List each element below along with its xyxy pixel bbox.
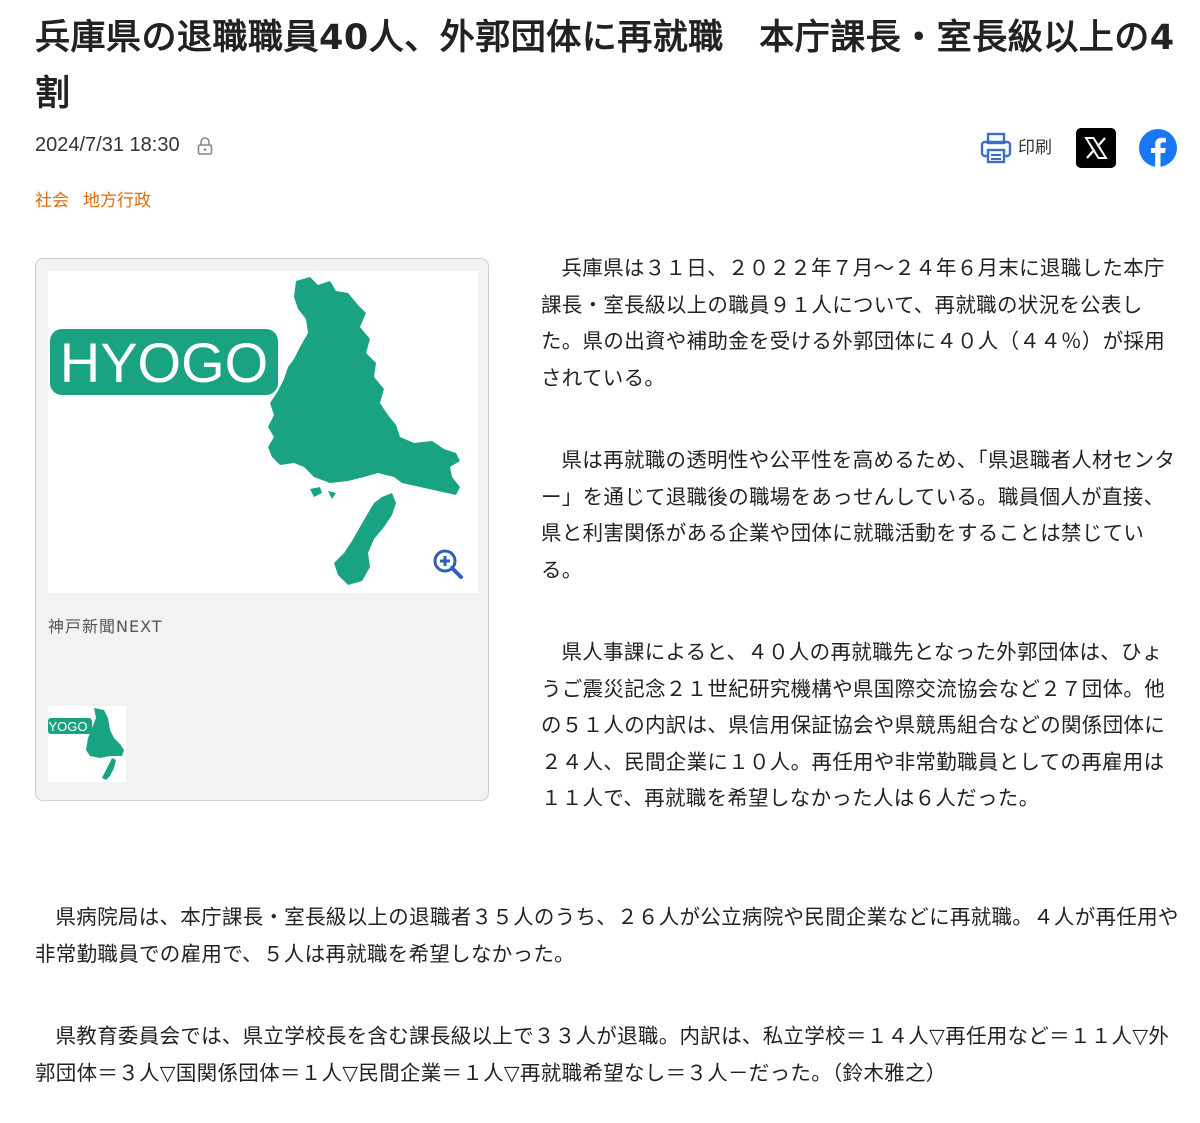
body-paragraph: 県病院局は、本庁課長・室長級以上の退職者３５人のうち、２６人が公立病院や民間企業… [35,905,1179,966]
printer-icon [980,132,1012,164]
x-share-button[interactable] [1076,128,1116,168]
print-button[interactable]: 印刷 [980,131,1052,165]
tag-local-government[interactable]: 地方行政 [83,186,151,211]
facebook-share-button[interactable] [1138,128,1178,168]
body-paragraph: 県教育委員会では、県立学校長を含む課長級以上で３３人が退職。内訳は、私立学校＝１… [35,1024,1170,1085]
hyogo-logo-text: HYOGO [60,331,268,394]
thumb-logo-text: YOGO [48,719,87,734]
article-title: 兵庫県の退職職員40人、外郭団体に再就職 本庁課長・室長級以上の4割 [35,18,1175,114]
photo-caption: 神戸新聞NEXT [48,617,163,636]
x-logo-icon [1084,137,1108,159]
publish-date: 2024/7/31 18:30 [35,134,180,156]
body-paragraph: 兵庫県は３１日、２０２２年７月～２４年６月末に退職した本庁課長・室長級以上の職員… [541,256,1165,390]
tag-list: 社会 地方行政 [35,186,151,211]
body-paragraph: 県は再就職の透明性や公平性を高めるため、「県退職者人材センター」を通じて退職後の… [541,448,1176,582]
photo-card: HYOGO 神戸新聞NEXT YOGO [35,258,489,801]
tag-society[interactable]: 社会 [35,186,69,211]
main-photo[interactable]: HYOGO [48,271,478,593]
hyogo-map-thumbnail: YOGO [48,708,124,780]
body-paragraph: 県人事課によると、４０人の再就職先となった外郭団体は、ひょうご震災記念２１世紀研… [541,640,1165,810]
hyogo-map-image: HYOGO [50,277,460,585]
photo-thumbnail[interactable]: YOGO [48,706,126,782]
share-bar: 印刷 [980,128,1178,168]
facebook-icon [1139,129,1177,167]
print-label: 印刷 [1018,138,1052,158]
article-meta: 2024/7/31 18:30 [35,134,214,157]
lock-icon [196,136,214,156]
zoom-in-icon[interactable] [432,548,464,580]
